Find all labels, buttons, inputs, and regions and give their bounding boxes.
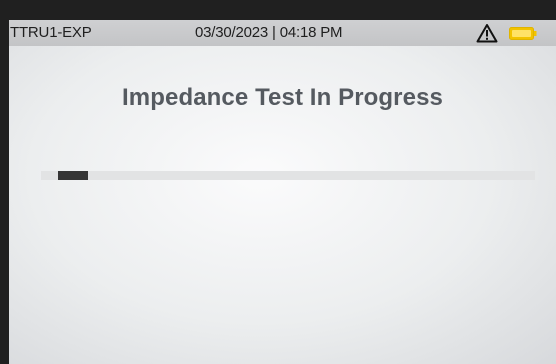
test-status-title: Impedance Test In Progress xyxy=(122,84,443,111)
device-id: TTRU1-EXP xyxy=(10,24,92,41)
progress-bar-fill xyxy=(58,171,88,180)
progress-bar xyxy=(41,171,535,180)
status-bar: TTRU1-EXP 03/30/2023 | 04:18 PM xyxy=(9,20,556,46)
warning-triangle-icon[interactable] xyxy=(476,23,498,43)
device-frame: TTRU1-EXP 03/30/2023 | 04:18 PM Impedanc… xyxy=(0,0,556,364)
date-time: 03/30/2023 | 04:18 PM xyxy=(195,24,343,41)
device-screen: TTRU1-EXP 03/30/2023 | 04:18 PM Impedanc… xyxy=(9,20,556,364)
battery-icon xyxy=(509,27,537,40)
